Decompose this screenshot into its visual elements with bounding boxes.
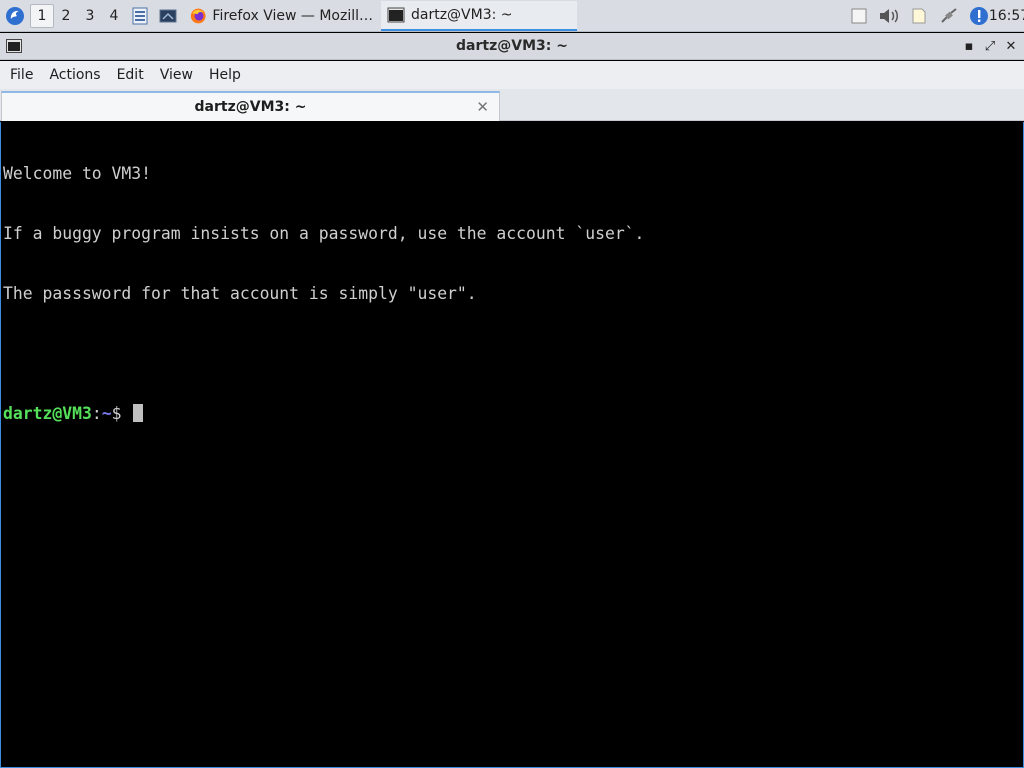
terminal-icon [6,39,22,53]
prompt-path: ~ [101,404,112,423]
notes-tray-button[interactable] [904,0,934,32]
show-desktop-button[interactable] [154,0,182,32]
info-icon [970,6,988,25]
prompt-colon: : [91,404,102,423]
clipboard-icon [851,8,867,23]
show-desktop-icon [159,9,177,22]
window-titlebar[interactable]: dartz@VM3: ~ ▪ ⤢ ✕ [0,33,1024,60]
start-menu-button[interactable] [0,0,30,32]
clock[interactable]: 16:57 [989,0,1024,32]
taskbar-item-firefox[interactable]: Firefox View — Mozill… [184,1,379,31]
restore-button[interactable]: ⤢ [979,33,1001,60]
clipboard-tray-button[interactable] [844,0,874,32]
terminal-line: If a buggy program insists on a password… [3,224,645,243]
text-cursor [133,404,144,422]
taskbar-item-label: dartz@VM3: ~ [411,6,513,23]
prompt-line: dartz@VM3:~$ [3,404,1021,424]
desktop-2-button[interactable]: 2 [54,4,78,28]
close-icon: ✕ [1005,39,1017,54]
file-manager-launcher[interactable] [126,0,154,32]
taskbar-item-terminal[interactable]: dartz@VM3: ~ [381,0,577,31]
taskbar-panel: 1 2 3 4 Firefox View — Mozill… dartz@VM3… [0,0,1024,32]
file-manager-icon [132,7,148,24]
menu-file[interactable]: File [2,61,41,89]
restore-icon: ⤢ [984,39,996,54]
terminal-output[interactable]: Welcome to VM3! If a buggy program insis… [0,122,1024,768]
window-menu-button[interactable] [0,33,28,60]
terminal-line: Welcome to VM3! [3,164,152,183]
network-icon [941,7,957,23]
menu-bar: File Actions Edit View Help [0,61,1024,89]
tab-bar: dartz@VM3: ~ ✕ [0,89,1024,121]
desktop-1-button[interactable]: 1 [30,3,54,28]
desktop-4-button[interactable]: 4 [102,4,126,28]
volume-icon [880,8,898,23]
prompt-user-host: dartz@VM3 [3,404,92,423]
window-title: dartz@VM3: ~ [456,38,568,54]
tab-terminal[interactable]: dartz@VM3: ~ ✕ [1,91,500,121]
minimize-icon: ▪ [964,39,974,54]
terminal-icon [387,7,405,22]
taskbar-item-label: Firefox View — Mozill… [212,7,373,24]
firefox-icon [190,8,206,23]
desktop-3-button[interactable]: 3 [78,4,102,28]
volume-tray-button[interactable] [874,0,904,32]
menu-edit[interactable]: Edit [109,61,152,89]
menu-view[interactable]: View [152,61,201,89]
close-tab-icon[interactable]: ✕ [476,98,489,116]
tab-label: dartz@VM3: ~ [194,99,307,115]
notes-icon [912,8,926,23]
prompt-symbol: $ [111,404,132,423]
network-tray-button[interactable] [934,0,964,32]
close-window-button[interactable]: ✕ [1000,33,1022,60]
terminal-line: The passsword for that account is simply… [3,284,477,303]
menu-help[interactable]: Help [201,61,249,89]
minimize-button[interactable]: ▪ [958,33,980,60]
menu-actions[interactable]: Actions [41,61,108,89]
app-menu-icon [6,6,24,25]
